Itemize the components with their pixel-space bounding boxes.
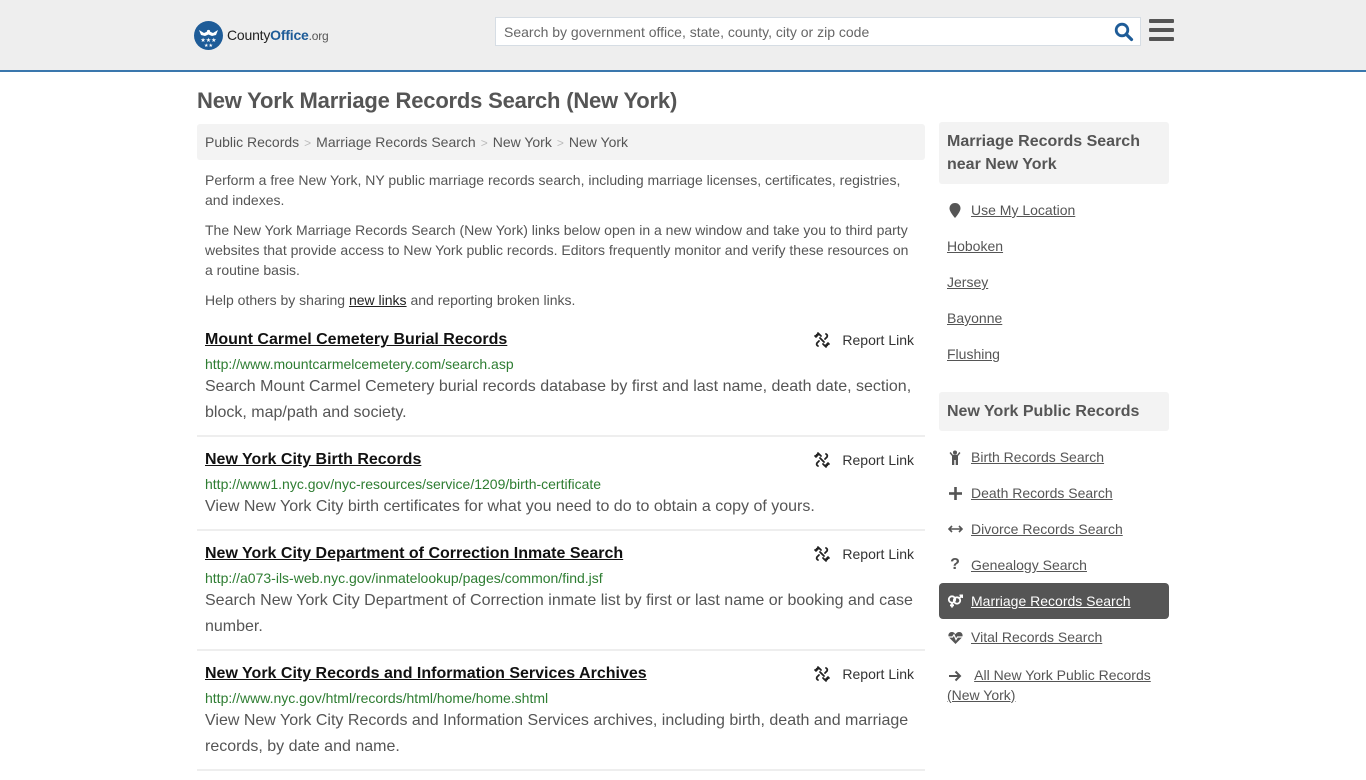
result-title-link[interactable]: Mount Carmel Cemetery Burial Records bbox=[205, 330, 507, 350]
result-item: New York City Department of Correction I… bbox=[197, 540, 925, 651]
map-marker-icon bbox=[947, 202, 963, 218]
menu-bar bbox=[1149, 37, 1174, 41]
report-link-label: Report Link bbox=[842, 546, 914, 562]
sidebar-link[interactable]: Vital Records Search bbox=[971, 629, 1102, 645]
nearby-list: Use My Location Hoboken Jersey Bayonne F… bbox=[947, 192, 1169, 372]
result-item: New York City Birth Records Report Link … bbox=[197, 446, 925, 531]
result-item: Mount Carmel Cemetery Burial Records Rep… bbox=[197, 326, 925, 437]
question-icon: ? bbox=[950, 556, 960, 573]
report-link-button[interactable]: Report Link bbox=[814, 546, 914, 562]
nearby-place-item: Flushing bbox=[947, 336, 1169, 372]
result-title-link[interactable]: New York City Birth Records bbox=[205, 450, 421, 470]
broken-link-icon bbox=[814, 546, 831, 562]
breadcrumb-item[interactable]: New York bbox=[569, 134, 628, 150]
sidebar-item-genealogy: ? Genealogy Search bbox=[947, 547, 1169, 583]
new-links-link[interactable]: new links bbox=[349, 292, 407, 308]
breadcrumb-separator: > bbox=[304, 136, 312, 150]
nearby-place-item: Hoboken bbox=[947, 228, 1169, 264]
use-my-location-item: Use My Location bbox=[947, 192, 1169, 228]
nearby-place-link[interactable]: Bayonne bbox=[947, 310, 1002, 326]
nearby-place-link[interactable]: Flushing bbox=[947, 346, 1000, 362]
result-url[interactable]: http://www.mountcarmelcemetery.com/searc… bbox=[205, 355, 917, 373]
result-item: New York City Records and Information Se… bbox=[197, 660, 925, 771]
menu-bar bbox=[1149, 19, 1174, 23]
nearby-heading: Marriage Records Search near New York bbox=[939, 122, 1169, 184]
arrows-horizontal-icon bbox=[947, 521, 963, 537]
intro-text-segment: and reporting broken links. bbox=[406, 292, 576, 308]
search-input[interactable] bbox=[496, 18, 1106, 45]
hamburger-menu-icon[interactable] bbox=[1149, 19, 1175, 41]
result-description: Search New York City Department of Corre… bbox=[205, 592, 913, 635]
broken-link-icon bbox=[814, 666, 831, 682]
result-url[interactable]: http://a073-ils-web.nyc.gov/inmatelookup… bbox=[205, 569, 917, 587]
report-link-button[interactable]: Report Link bbox=[814, 452, 914, 468]
nearby-place-item: Jersey bbox=[947, 264, 1169, 300]
report-link-label: Report Link bbox=[842, 452, 914, 468]
logo-text-org: .org bbox=[308, 29, 329, 43]
intro-text-segment: Help others by sharing bbox=[205, 292, 349, 308]
breadcrumb-separator: > bbox=[556, 136, 564, 150]
site-logo[interactable]: ★★★ ★★ CountyOffice.org bbox=[194, 20, 329, 50]
site-header: ★★★ ★★ CountyOffice.org bbox=[0, 0, 1366, 72]
intro-paragraph: Perform a free New York, NY public marri… bbox=[205, 172, 901, 208]
results-list: Mount Carmel Cemetery Burial Records Rep… bbox=[197, 326, 925, 780]
result-url[interactable]: http://www.nyc.gov/html/records/html/hom… bbox=[205, 689, 917, 707]
broken-link-icon bbox=[814, 452, 831, 468]
sidebar-link[interactable]: Marriage Records Search bbox=[971, 593, 1131, 609]
page-title: New York Marriage Records Search (New Yo… bbox=[197, 88, 678, 113]
arrow-right-icon bbox=[947, 668, 963, 684]
sidebar-item-birth-records: Birth Records Search bbox=[947, 439, 1169, 475]
result-title-link[interactable]: New York City Records and Information Se… bbox=[205, 664, 647, 684]
breadcrumb-item[interactable]: New York bbox=[493, 134, 552, 150]
sidebar-item-marriage-records: Marriage Records Search bbox=[939, 583, 1169, 619]
breadcrumb-item[interactable]: Public Records bbox=[205, 134, 299, 150]
logo-text: CountyOffice.org bbox=[227, 27, 329, 43]
report-link-label: Report Link bbox=[842, 332, 914, 348]
result-description: Search Mount Carmel Cemetery burial reco… bbox=[205, 378, 912, 421]
result-description: View New York City Records and Informati… bbox=[205, 712, 909, 755]
heartbeat-icon bbox=[947, 629, 963, 645]
nearby-place-link[interactable]: Hoboken bbox=[947, 238, 1003, 254]
search-icon[interactable] bbox=[1114, 22, 1134, 42]
result-title-link[interactable]: New York City Department of Correction I… bbox=[205, 544, 623, 564]
breadcrumb-item[interactable]: Marriage Records Search bbox=[316, 134, 476, 150]
broken-link-icon bbox=[814, 332, 831, 348]
sidebar-link[interactable]: Divorce Records Search bbox=[971, 521, 1123, 537]
report-link-label: Report Link bbox=[842, 666, 914, 682]
sidebar-link[interactable]: Genealogy Search bbox=[971, 557, 1087, 573]
report-link-button[interactable]: Report Link bbox=[814, 332, 914, 348]
breadcrumb: Public Records > Marriage Records Search > N… bbox=[197, 124, 925, 160]
header-inner: ★★★ ★★ CountyOffice.org bbox=[194, 0, 1176, 70]
logo-text-office: Office bbox=[270, 27, 309, 43]
search-box bbox=[495, 17, 1141, 46]
report-link-button[interactable]: Report Link bbox=[814, 666, 914, 682]
sidebar-link[interactable]: All New York Public Records (New York) bbox=[947, 667, 1151, 703]
nearby-place-item: Bayonne bbox=[947, 300, 1169, 336]
nearby-place-link[interactable]: Jersey bbox=[947, 274, 988, 290]
public-records-heading: New York Public Records bbox=[939, 392, 1169, 431]
intro-paragraph-share: Help others by sharing new links and rep… bbox=[205, 290, 917, 310]
svg-text:★★: ★★ bbox=[204, 43, 213, 49]
logo-text-county: County bbox=[227, 27, 271, 43]
breadcrumb-separator: > bbox=[480, 136, 488, 150]
sidebar-item-divorce-records: Divorce Records Search bbox=[947, 511, 1169, 547]
sidebar-link[interactable]: Birth Records Search bbox=[971, 449, 1104, 465]
plus-icon bbox=[947, 485, 963, 501]
sidebar-item-death-records: Death Records Search bbox=[947, 475, 1169, 511]
child-icon bbox=[947, 449, 963, 465]
result-description: View New York City birth certificates fo… bbox=[205, 498, 815, 515]
intro-paragraph: The New York Marriage Records Search (Ne… bbox=[205, 222, 909, 278]
sidebar-item-all-public-records: All New York Public Records (New York) bbox=[947, 655, 1169, 705]
sidebar-link[interactable]: Death Records Search bbox=[971, 485, 1113, 501]
use-my-location-link[interactable]: Use My Location bbox=[971, 202, 1075, 218]
venus-mars-icon bbox=[947, 593, 963, 609]
menu-bar bbox=[1149, 28, 1174, 32]
public-records-list: Birth Records Search Death Records Searc… bbox=[939, 439, 1169, 705]
result-url[interactable]: http://www1.nyc.gov/nyc-resources/servic… bbox=[205, 475, 917, 493]
intro-text: Perform a free New York, NY public marri… bbox=[205, 170, 917, 320]
eagle-logo-icon: ★★★ ★★ bbox=[194, 20, 223, 50]
sidebar-item-vital-records: Vital Records Search bbox=[947, 619, 1169, 655]
